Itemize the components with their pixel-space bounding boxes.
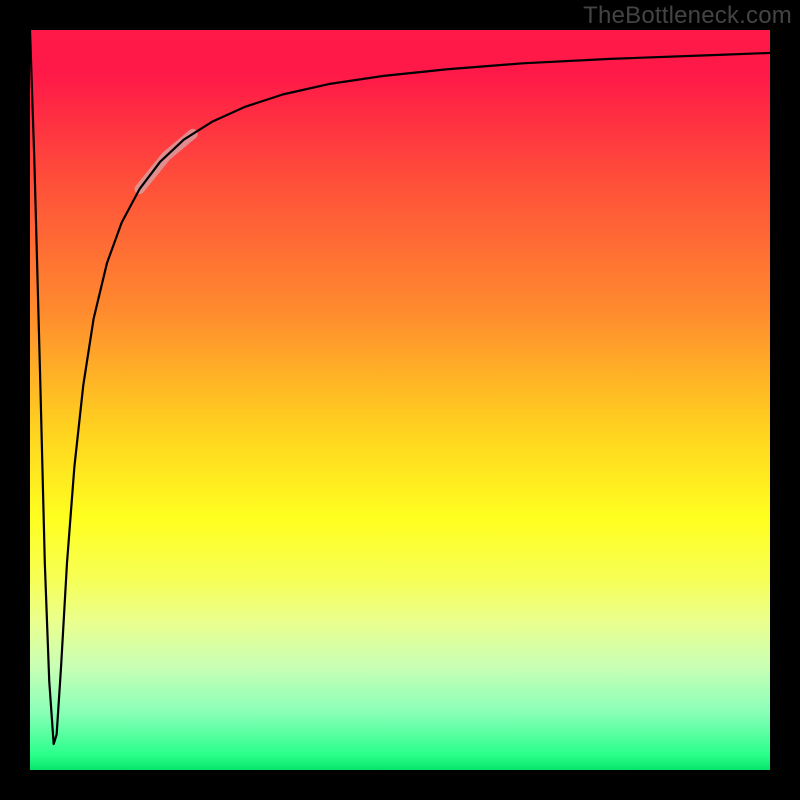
plot-area: [30, 30, 770, 770]
curve-highlight: [140, 134, 193, 189]
bottleneck-curve: [30, 30, 770, 744]
watermark-label: TheBottleneck.com: [583, 2, 792, 30]
chart-frame: TheBottleneck.com: [0, 0, 800, 800]
curve-svg: [30, 30, 770, 770]
